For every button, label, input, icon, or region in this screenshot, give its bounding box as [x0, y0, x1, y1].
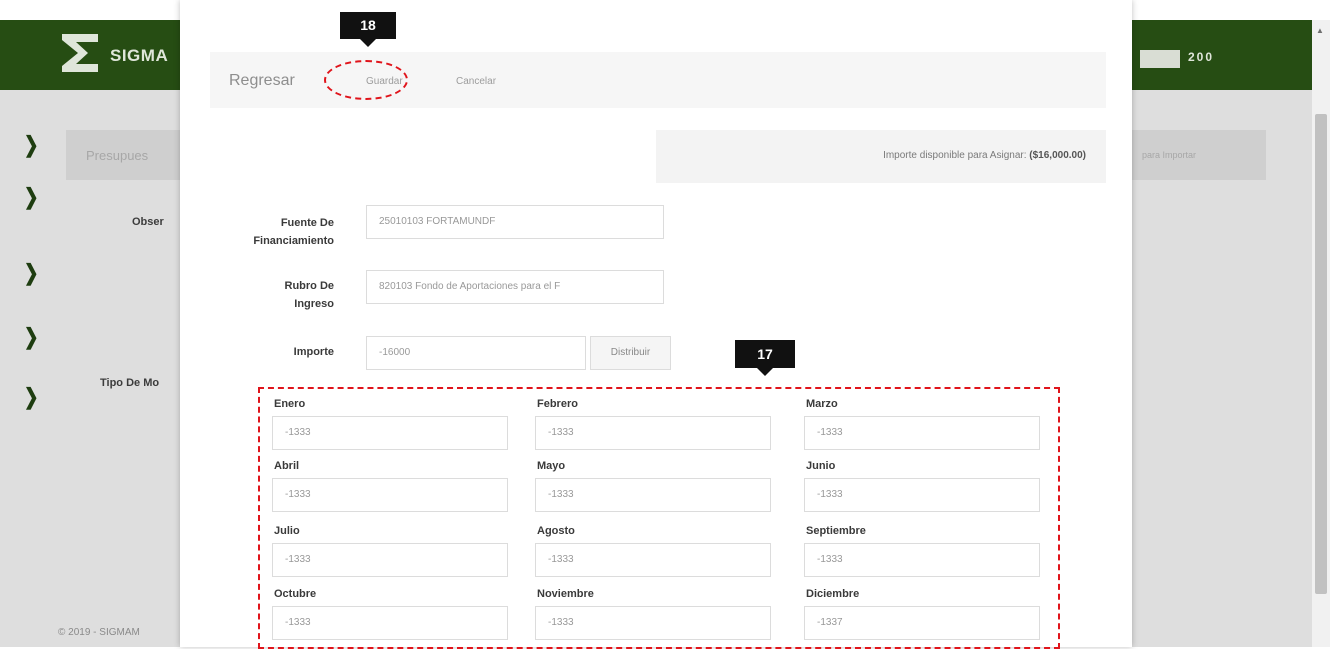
observations-label: Obser [132, 216, 164, 228]
cancel-button[interactable]: Cancelar [456, 76, 496, 87]
chevron-right-icon[interactable]: ❯ [24, 262, 39, 284]
back-button[interactable]: Regresar [229, 72, 295, 90]
funding-source-label-line1: Fuente De [280, 217, 334, 229]
available-amount-panel: Importe disponible para Asignar: ($16,00… [656, 130, 1106, 183]
chevron-right-icon[interactable]: ❯ [24, 134, 39, 156]
available-amount-value: ($16,000.00) [1029, 150, 1086, 161]
funding-source-label: Fuente De Financiamiento [212, 214, 334, 250]
user-box[interactable] [1140, 50, 1180, 68]
scrollbar-thumb[interactable] [1315, 114, 1327, 594]
app-name: SIGMA [110, 46, 169, 65]
step-18-callout: 18 [340, 12, 396, 47]
step-17-callout: 17 [735, 340, 795, 376]
distribute-button[interactable]: Distribuir [590, 336, 671, 370]
page-scrollbar[interactable]: ▲ [1312, 20, 1330, 647]
footer-copyright: © 2019 - SIGMAM [58, 627, 140, 638]
funding-source-field[interactable]: 25010103 FORTAMUNDF [366, 205, 664, 239]
available-amount-label: Importe disponible para Asignar: [883, 150, 1027, 161]
chevron-right-icon[interactable]: ❯ [24, 386, 39, 408]
income-item-label-line2: Ingreso [294, 298, 334, 310]
funding-source-label-line2: Financiamiento [253, 235, 334, 247]
sigma-logo-icon [62, 34, 98, 72]
amount-field[interactable]: -16000 [366, 336, 586, 370]
import-panel-text: para Importar [1142, 150, 1197, 160]
budget-panel-title: Presupues [86, 148, 149, 163]
chevron-right-icon[interactable]: ❯ [24, 186, 39, 208]
user-indicator[interactable]: 200 [1188, 50, 1214, 64]
months-highlight-box [258, 387, 1060, 649]
income-item-label: Rubro De Ingreso [212, 277, 335, 313]
movement-type-label: Tipo De Mo [100, 377, 160, 389]
available-amount-text: Importe disponible para Asignar: ($16,00… [883, 150, 1086, 161]
chevron-right-icon[interactable]: ❯ [24, 326, 39, 348]
amount-label: Importe [293, 346, 334, 358]
save-highlight-ellipse [324, 60, 408, 100]
income-item-field[interactable]: 820103 Fondo de Aportaciones para el F [366, 270, 664, 304]
income-item-label-line1: Rubro De [284, 280, 335, 292]
scroll-up-icon[interactable]: ▲ [1316, 26, 1324, 35]
